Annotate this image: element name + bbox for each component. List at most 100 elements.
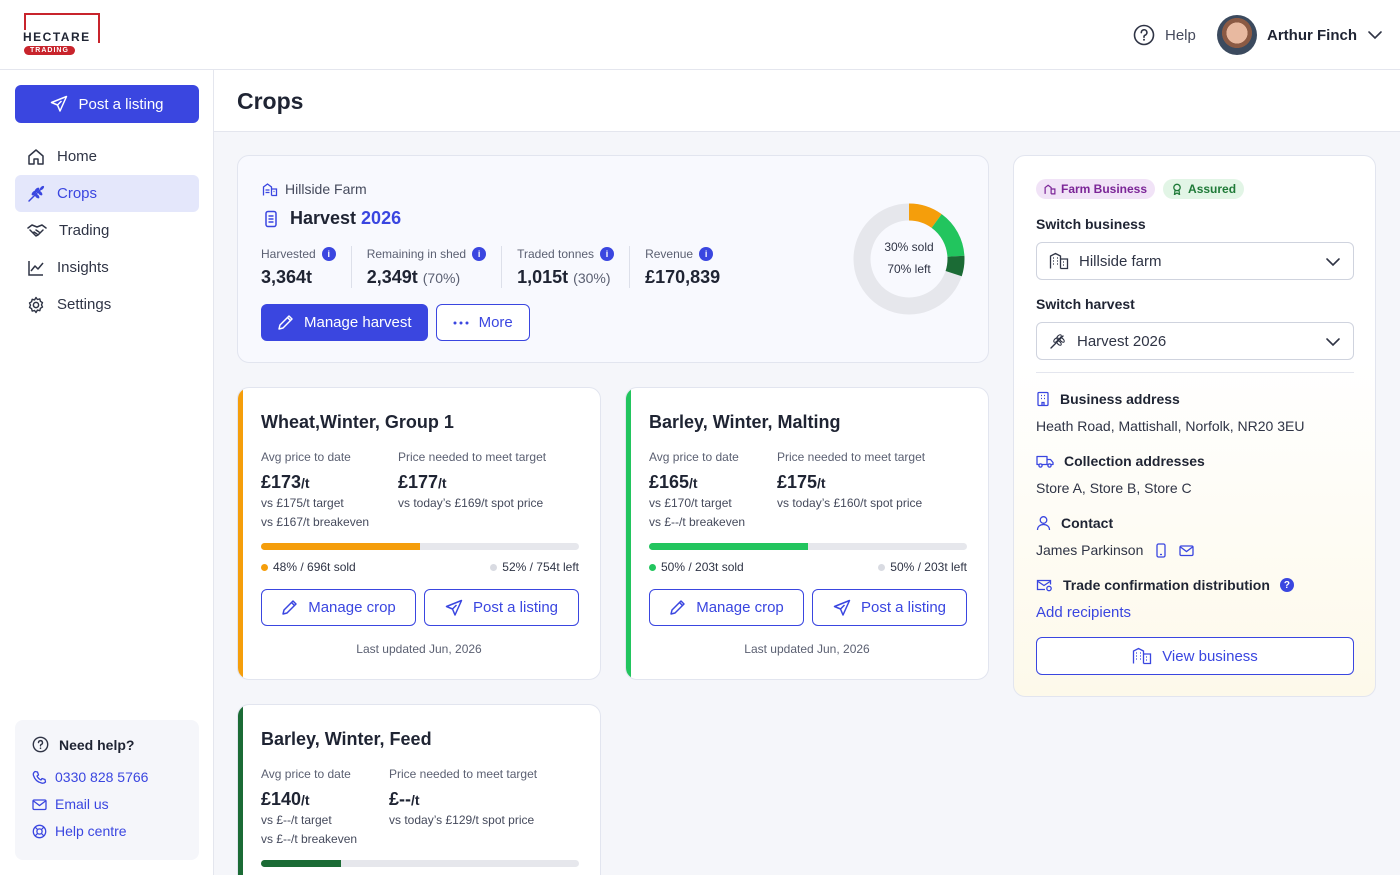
help-box-title: Need help? — [32, 736, 182, 753]
help-label: Help — [1165, 26, 1196, 44]
user-menu[interactable]: Arthur Finch — [1217, 15, 1383, 55]
help-icon[interactable]: ? — [1279, 578, 1294, 592]
stat-value: £170,839 — [645, 267, 721, 287]
info-icon[interactable]: i — [472, 247, 487, 261]
crop-card-wheat-winter: Wheat,Winter, Group 1 Avg price to date … — [237, 387, 601, 680]
post-listing-button[interactable]: Post a listing — [15, 85, 199, 123]
stat-percent: (70%) — [422, 270, 461, 286]
stat-value: 1,015t — [517, 267, 569, 287]
sidebar-nav: Home Crops Trading Insights Settings — [15, 138, 199, 323]
manage-crop-button[interactable]: Manage crop — [649, 589, 804, 626]
manage-harvest-button[interactable]: Manage harvest — [261, 304, 428, 341]
left-legend: 52% / 754t left — [490, 560, 579, 574]
info-icon[interactable]: i — [699, 247, 714, 261]
post-listing-crop-button[interactable]: Post a listing — [812, 589, 967, 626]
manage-crop-button[interactable]: Manage crop — [261, 589, 416, 626]
hectare-logo[interactable]: HECTARE TRADING — [22, 13, 102, 57]
last-updated: Last updated Jun, 2026 — [744, 642, 870, 656]
sold-dot — [649, 563, 656, 571]
switch-business-label: Switch business — [1036, 216, 1146, 232]
phone-link[interactable]: 0330 828 5766 — [32, 769, 182, 785]
farm-name: Hillside Farm — [262, 181, 367, 197]
building-icon — [1049, 252, 1069, 270]
handshake-icon — [27, 223, 47, 237]
sidebar-item-label: Settings — [57, 296, 112, 313]
avg-price-value: £165 — [649, 472, 690, 492]
sidebar-item-label: Insights — [57, 259, 109, 276]
wheat-icon — [1050, 334, 1065, 349]
needed-price-label: Price needed to meet target — [777, 450, 926, 464]
send-icon — [445, 599, 463, 616]
sidebar-item-crops[interactable]: Crops — [15, 175, 199, 212]
more-label: More — [478, 314, 513, 331]
harvest-summary-card: Hillside Farm Harvest 2026 Harvested i 3,3… — [237, 155, 989, 363]
business-tags: Farm Business Assured — [1036, 179, 1245, 199]
sidebar-item-settings[interactable]: Settings — [15, 286, 199, 323]
stat-label: Traded tonnes — [517, 247, 595, 261]
post-listing-label: Post a listing — [472, 599, 559, 616]
page-title: Crops — [237, 88, 304, 114]
business-panel: Farm Business Assured Switch business Hi… — [1013, 155, 1376, 697]
stat-percent: (30%) — [573, 270, 611, 286]
price-unit: /t — [301, 792, 310, 808]
harvest-select[interactable]: Harvest 2026 — [1036, 322, 1354, 360]
phone-icon — [32, 770, 47, 784]
view-business-button[interactable]: View business — [1036, 637, 1354, 675]
mobile-icon[interactable] — [1155, 542, 1167, 558]
avg-price-label: Avg price to date — [649, 450, 739, 464]
email-link[interactable]: Email us — [32, 796, 182, 812]
contact-heading: Contact — [1036, 515, 1113, 531]
mail-icon[interactable] — [1179, 544, 1195, 557]
sold-text: 50% / 203t sold — [661, 560, 744, 574]
harvest-actions: Manage harvest More — [261, 304, 530, 341]
business-select[interactable]: Hillside farm — [1036, 242, 1354, 280]
needed-price-value: £177 — [398, 472, 439, 492]
avg-price-col: Avg price to date £165/t vs £170/t targe… — [649, 450, 745, 531]
sidebar-item-trading[interactable]: Trading — [15, 212, 199, 249]
logo-subtitle: TRADING — [24, 46, 75, 55]
farm-icon — [1044, 184, 1056, 195]
pencil-icon — [278, 315, 293, 330]
donut-sold-text: 30% sold — [884, 240, 934, 254]
help-centre-link[interactable]: Help centre — [32, 823, 182, 839]
crop-card-barley-malting: Barley, Winter, Malting Avg price to dat… — [625, 387, 989, 680]
crop-title: Barley, Winter, Malting — [649, 412, 841, 432]
sold-progress-bar — [261, 860, 579, 867]
switch-harvest-label: Switch harvest — [1036, 296, 1135, 312]
harvest-select-value: Harvest 2026 — [1077, 332, 1167, 350]
sidebar-item-insights[interactable]: Insights — [15, 249, 199, 286]
spot-compare: vs today’s £169/t spot price — [398, 496, 544, 510]
crop-accent — [238, 388, 243, 679]
help-link[interactable]: Help — [1133, 24, 1196, 46]
sidebar: Post a listing Home Crops Trading Insigh… — [0, 70, 214, 875]
sold-progress-bar — [261, 543, 579, 550]
sales-donut: 30% sold 70% left — [850, 200, 968, 318]
crop-actions: Manage crop Post a listing — [261, 589, 579, 626]
logo-wordmark: HECTARE — [22, 30, 92, 44]
breakeven-compare: vs £--/t breakeven — [649, 515, 746, 529]
badge-label: Farm Business — [1061, 182, 1148, 196]
add-recipients-link[interactable]: Add recipients — [1036, 604, 1131, 621]
post-listing-crop-button[interactable]: Post a listing — [424, 589, 579, 626]
info-icon[interactable]: i — [321, 247, 336, 261]
price-unit: /t — [817, 475, 826, 491]
crop-accent — [626, 388, 631, 679]
needed-price-col: Price needed to meet target £177/t vs to… — [398, 450, 546, 512]
chevron-down-icon — [1326, 258, 1340, 267]
stat-label: Remaining in shed — [366, 247, 467, 261]
chart-line-icon — [28, 260, 44, 276]
price-unit: /t — [301, 475, 310, 491]
sold-progress-fill — [261, 860, 341, 867]
sidebar-item-label: Crops — [57, 185, 98, 202]
target-compare: vs £170/t target — [649, 496, 732, 510]
avg-price-value: £173 — [261, 472, 302, 492]
more-button[interactable]: More — [435, 304, 530, 341]
progress-legend: 50% / 203t sold 50% / 203t left — [649, 560, 967, 574]
info-icon[interactable]: i — [600, 247, 615, 261]
contact-row: James Parkinson — [1036, 542, 1195, 558]
needed-price-col: Price needed to meet target £--/t vs tod… — [389, 767, 537, 829]
pencil-icon — [670, 600, 685, 615]
donut-labels: 30% sold 70% left — [850, 236, 968, 280]
business-address-heading: Business address — [1036, 391, 1180, 407]
sidebar-item-home[interactable]: Home — [15, 138, 199, 175]
